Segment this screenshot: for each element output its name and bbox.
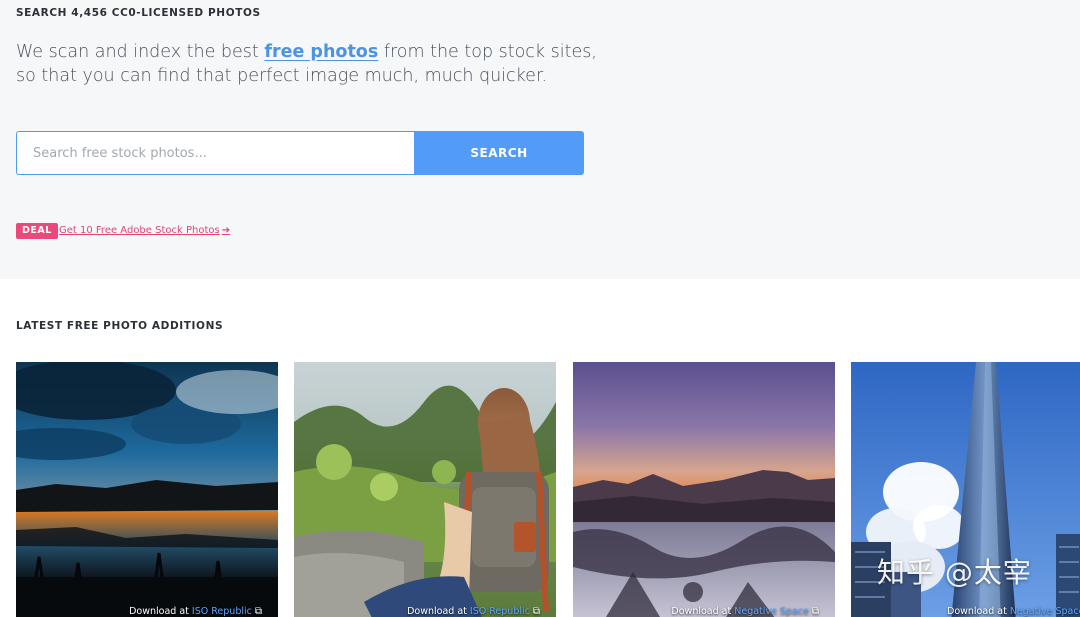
free-photos-link[interactable]: free photos (264, 42, 378, 62)
hero-section: SEARCH 4,456 CC0-LICENSED PHOTOS We scan… (0, 0, 1080, 279)
hiker-backpack-photo (294, 362, 556, 617)
deal-link-label: Get 10 Free Adobe Stock Photos (59, 225, 220, 236)
photo-card[interactable]: Download at ISO Republic ⧉ (16, 362, 278, 617)
source-link-negative-space[interactable]: Negative Space (1010, 606, 1080, 617)
source-link-iso-republic[interactable]: ISO Republic (192, 606, 252, 617)
credit-prefix: Download at (407, 606, 467, 617)
lake-sunset-photo (16, 362, 278, 617)
photo-credit: Download at ISO Republic ⧉ (407, 606, 540, 617)
credit-prefix: Download at (129, 606, 189, 617)
photo-credit: Download at Negative Space ⧉ (671, 606, 819, 617)
credit-prefix: Download at (947, 606, 1007, 617)
arrow-right-icon: ➔ (221, 225, 231, 236)
photo-credit: Download at Negative Space (947, 606, 1080, 617)
credit-prefix: Download at (671, 606, 732, 617)
intro-text: We scan and index the best free photos f… (16, 40, 606, 88)
adobe-stock-deal-link[interactable]: Get 10 Free Adobe Stock Photos ➔ (59, 225, 230, 236)
intro-text-start: We scan and index the best (16, 42, 265, 62)
external-link-icon: ⧉ (254, 606, 262, 617)
external-link-icon: ⧉ (532, 606, 540, 617)
search-button[interactable]: SEARCH (414, 131, 584, 175)
watermark: 知乎 @太宰 (877, 556, 1032, 589)
photo-card[interactable]: Download at ISO Republic ⧉ (294, 362, 556, 617)
latest-photos-heading: LATEST FREE PHOTO ADDITIONS (16, 320, 224, 332)
external-link-icon: ⧉ (811, 606, 819, 617)
mountain-dusk-photo (573, 362, 835, 617)
photo-credit: Download at ISO Republic ⧉ (129, 606, 262, 617)
source-link-iso-republic[interactable]: ISO Republic (470, 606, 530, 617)
deal-badge: DEAL (16, 223, 58, 239)
search-input[interactable] (16, 131, 414, 175)
search-count-heading: SEARCH 4,456 CC0-LICENSED PHOTOS (16, 7, 261, 19)
photo-card[interactable]: Download at Negative Space ⧉ (573, 362, 835, 617)
source-link-negative-space[interactable]: Negative Space (734, 606, 809, 617)
